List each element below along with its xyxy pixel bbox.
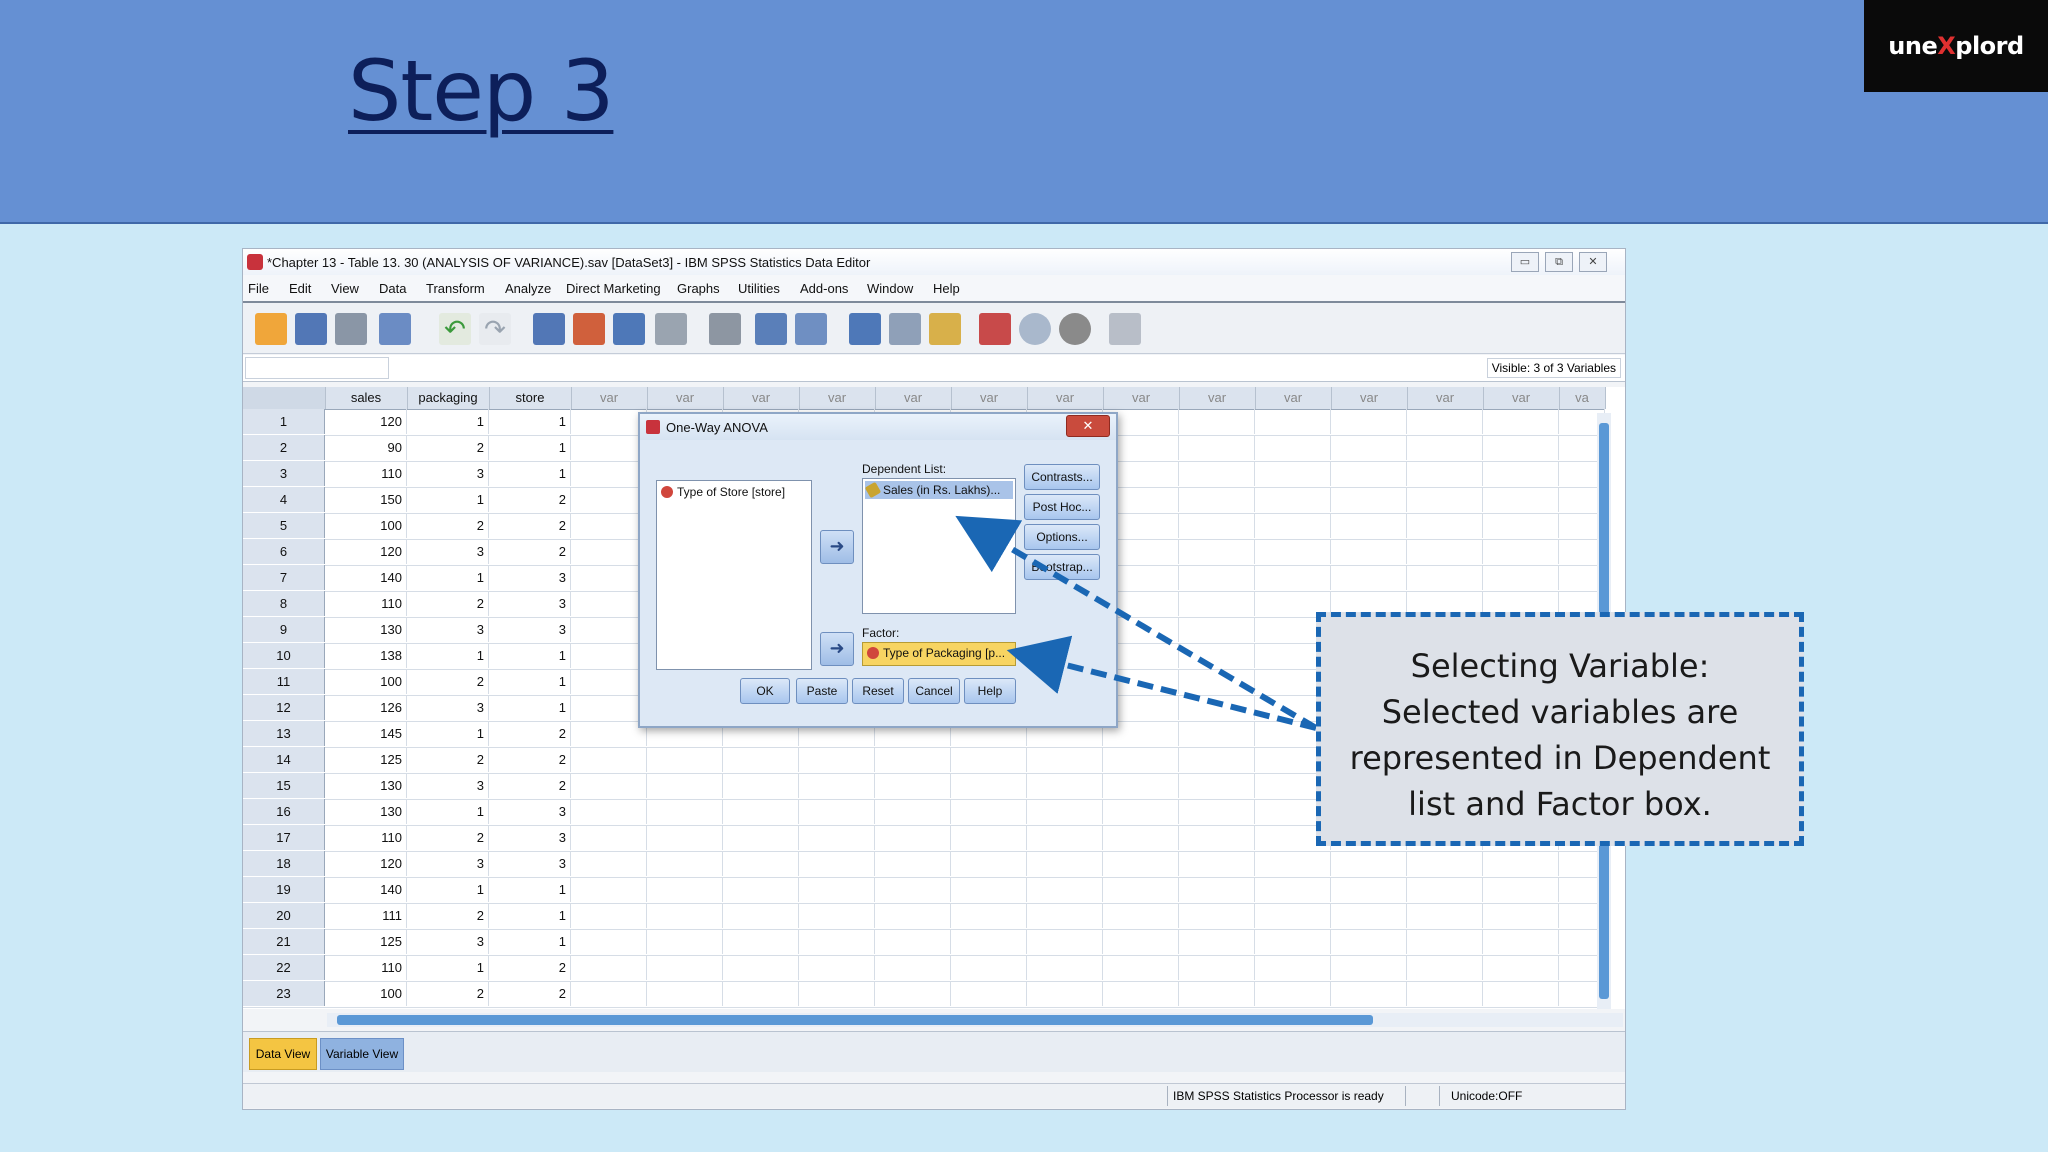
callout-arrows [955, 515, 1318, 731]
callout-line: list and Factor box. [1408, 785, 1712, 823]
callout-line: represented in Dependent [1349, 739, 1771, 777]
callout-line: Selecting Variable: [1410, 647, 1710, 685]
arrow-to-factor-box [1006, 635, 1317, 731]
callout-line: Selected variables are [1381, 693, 1739, 731]
callout-box: Selecting Variable: Selected variables a… [1316, 612, 1804, 846]
arrow-to-dependent-list [955, 515, 1318, 731]
